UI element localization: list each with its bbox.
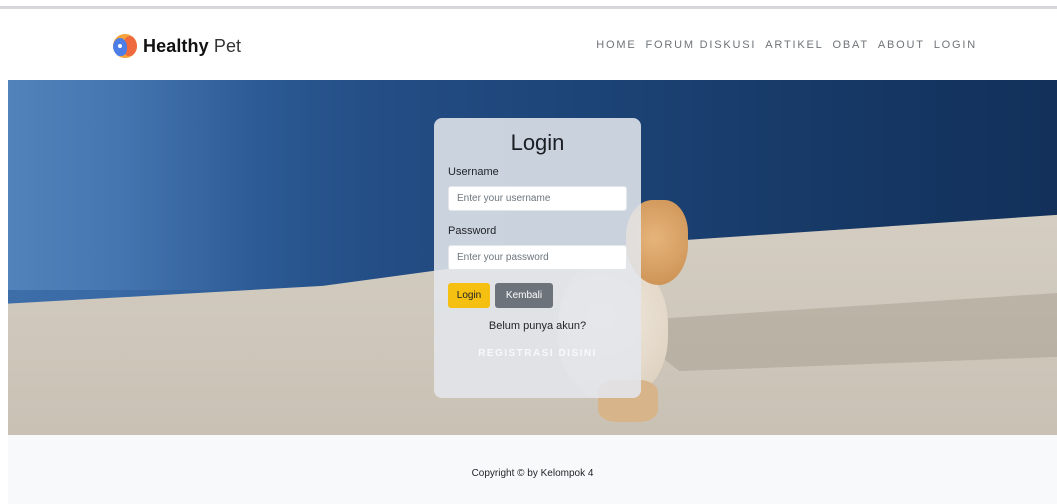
copyright-text: Copyright © by Kelompok 4 <box>471 468 594 479</box>
hero-wall-highlight <box>8 80 258 290</box>
navbar: Healthy Pet HOME FORUM DISKUSI ARTIKEL O… <box>0 9 1057 80</box>
nav-artikel[interactable]: ARTIKEL <box>765 39 823 51</box>
nav-about[interactable]: ABOUT <box>878 39 925 51</box>
brand[interactable]: Healthy Pet <box>113 34 241 58</box>
login-button[interactable]: Login <box>448 283 490 308</box>
back-button[interactable]: Kembali <box>495 283 553 308</box>
login-title: Login <box>510 130 565 155</box>
no-account-text: Belum punya akun? <box>488 320 587 332</box>
brand-name-regular: Pet <box>208 35 242 56</box>
brand-name: Healthy Pet <box>143 36 241 57</box>
brand-name-bold: Healthy <box>143 35 209 56</box>
register-link[interactable]: REGISTRASI DISINI <box>434 348 641 359</box>
footer: Copyright © by Kelompok 4 <box>8 435 1057 504</box>
password-input[interactable] <box>448 245 627 270</box>
username-input[interactable] <box>448 186 627 211</box>
pets-logo-icon <box>113 34 137 58</box>
nav-login[interactable]: LOGIN <box>934 39 977 51</box>
nav-forum-diskusi[interactable]: FORUM DISKUSI <box>645 39 756 51</box>
main-nav: HOME FORUM DISKUSI ARTIKEL OBAT ABOUT LO… <box>596 39 977 51</box>
nav-home[interactable]: HOME <box>596 39 636 51</box>
username-label: Username <box>448 166 499 178</box>
nav-obat[interactable]: OBAT <box>833 39 869 51</box>
password-label: Password <box>448 225 497 237</box>
